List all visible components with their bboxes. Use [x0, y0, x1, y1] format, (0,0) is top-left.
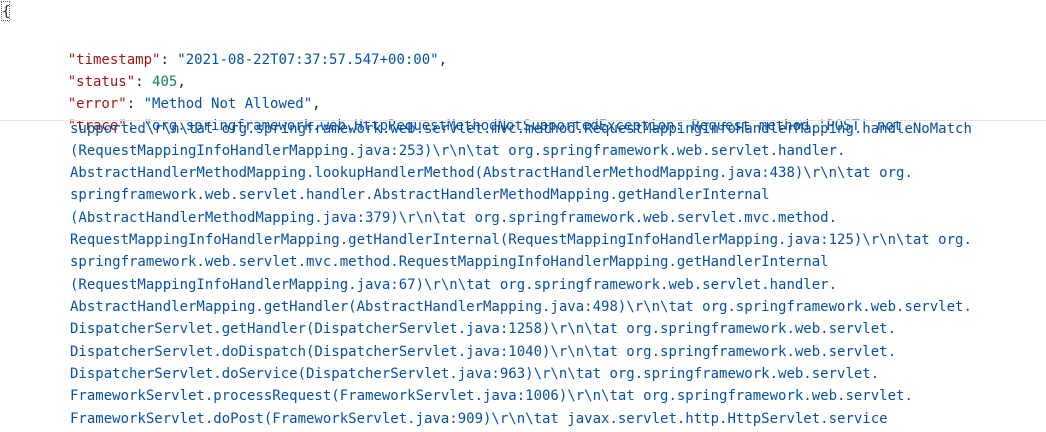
comma: ,	[438, 52, 448, 68]
trace-value-line: DispatcherServlet.doService(DispatcherSe…	[70, 366, 880, 382]
trace-value-line: AbstractHandlerMapping.getHandler(Abstra…	[70, 299, 972, 315]
collapse-toggle-brace[interactable]: {	[1, 1, 10, 21]
trace-value-line: supported\r\n\tat org.springframework.we…	[70, 121, 972, 137]
trace-value-line: RequestMappingInfoHandlerMapping.getHand…	[70, 232, 972, 248]
trace-value-line: DispatcherServlet.getHandler(DispatcherS…	[70, 321, 897, 337]
trace-value-line: springframework.web.servlet.mvc.method.R…	[70, 254, 829, 270]
trace-value-line: FrameworkServlet.doPost(FrameworkServlet…	[70, 411, 888, 427]
trace-value-line: AbstractHandlerMethodMapping.lookupHandl…	[70, 165, 913, 181]
trace-value-line: (AbstractHandlerMethodMapping.java:379)\…	[70, 210, 838, 226]
timestamp-row: "timestamp": "2021-08-22T07:37:57.547+00…	[34, 27, 447, 68]
timestamp-value: "2021-08-22T07:37:57.547+00:00"	[177, 52, 439, 68]
trace-row: "trace": "org.springframework.web.HttpRe…	[34, 93, 902, 134]
error-row: "error": "Method Not Allowed",	[34, 71, 321, 112]
trace-value-line: DispatcherServlet.doDispatch(DispatcherS…	[70, 344, 897, 360]
trace-value-line: springframework.web.servlet.handler.Abst…	[70, 187, 770, 203]
json-viewer: { "timestamp": "2021-08-22T07:37:57.547+…	[0, 0, 1046, 432]
status-row: "status": 405,	[34, 49, 186, 90]
trace-value-line: FrameworkServlet.processRequest(Framewor…	[70, 388, 913, 404]
trace-value-line: (RequestMappingInfoHandlerMapping.java:6…	[70, 277, 838, 293]
trace-value-line: (RequestMappingInfoHandlerMapping.java:2…	[70, 143, 846, 159]
